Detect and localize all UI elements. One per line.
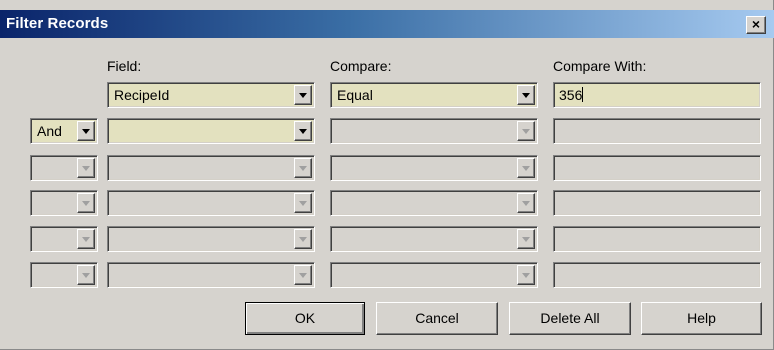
chevron-down-icon[interactable] — [294, 229, 312, 249]
compare-with-value-wrap: 356 — [559, 87, 584, 103]
chevron-down-icon[interactable] — [294, 193, 312, 213]
logic-select-row-6[interactable] — [30, 262, 98, 288]
help-button[interactable]: Help — [641, 302, 762, 335]
compare-select-row-6[interactable] — [330, 262, 538, 288]
logic-select-row-3[interactable] — [30, 155, 98, 181]
chevron-down-icon[interactable] — [294, 158, 312, 178]
chevron-down-icon[interactable] — [77, 193, 95, 213]
chevron-down-icon[interactable] — [294, 265, 312, 285]
field-select-row-5[interactable] — [107, 226, 315, 252]
chevron-down-icon[interactable] — [517, 265, 535, 285]
compare-with-input-row-3[interactable] — [553, 155, 761, 181]
chevron-down-icon[interactable] — [77, 121, 95, 141]
compare-with-header: Compare With: — [553, 58, 647, 74]
chevron-down-icon[interactable] — [294, 85, 312, 105]
compare-with-input-row-1[interactable]: 356 — [553, 82, 761, 108]
field-select-row-1[interactable]: RecipeId — [107, 82, 315, 108]
logic-select-row-5[interactable] — [30, 226, 98, 252]
field-select-row-6[interactable] — [107, 262, 315, 288]
field-header: Field: — [107, 58, 142, 74]
compare-select-row-3[interactable] — [330, 155, 538, 181]
logic-select-value: And — [37, 123, 62, 139]
ok-button[interactable]: OK — [245, 302, 365, 335]
filter-records-dialog: Filter Records × Field: Compare: Compare… — [0, 0, 774, 350]
compare-select-row-4[interactable] — [330, 190, 538, 216]
title-bar[interactable]: Filter Records × — [0, 10, 774, 38]
chevron-down-icon[interactable] — [517, 229, 535, 249]
compare-header: Compare: — [330, 58, 392, 74]
chevron-down-icon[interactable] — [294, 121, 312, 141]
field-select-row-2[interactable] — [107, 118, 315, 144]
compare-select-row-2[interactable] — [330, 118, 538, 144]
chevron-down-icon[interactable] — [517, 158, 535, 178]
field-select-row-4[interactable] — [107, 190, 315, 216]
delete-all-button[interactable]: Delete All — [509, 302, 631, 335]
chevron-down-icon[interactable] — [517, 193, 535, 213]
compare-with-input-row-6[interactable] — [553, 262, 761, 288]
chevron-down-icon[interactable] — [517, 85, 535, 105]
dialog-title: Filter Records — [6, 15, 109, 32]
field-select-row-3[interactable] — [107, 155, 315, 181]
text-caret — [582, 87, 584, 102]
compare-select-value: Equal — [337, 87, 373, 103]
logic-select-row-2[interactable]: And — [30, 118, 98, 144]
chevron-down-icon[interactable] — [517, 121, 535, 141]
compare-with-input-row-4[interactable] — [553, 190, 761, 216]
chevron-down-icon[interactable] — [77, 265, 95, 285]
compare-select-row-1[interactable]: Equal — [330, 82, 538, 108]
chevron-down-icon[interactable] — [77, 158, 95, 178]
close-icon[interactable]: × — [746, 16, 766, 34]
logic-select-row-4[interactable] — [30, 190, 98, 216]
field-select-value: RecipeId — [114, 87, 170, 103]
cancel-button[interactable]: Cancel — [376, 302, 498, 335]
compare-with-input-row-2[interactable] — [553, 118, 761, 144]
compare-with-value: 356 — [559, 87, 583, 103]
compare-select-row-5[interactable] — [330, 226, 538, 252]
compare-with-input-row-5[interactable] — [553, 226, 761, 252]
chevron-down-icon[interactable] — [77, 229, 95, 249]
